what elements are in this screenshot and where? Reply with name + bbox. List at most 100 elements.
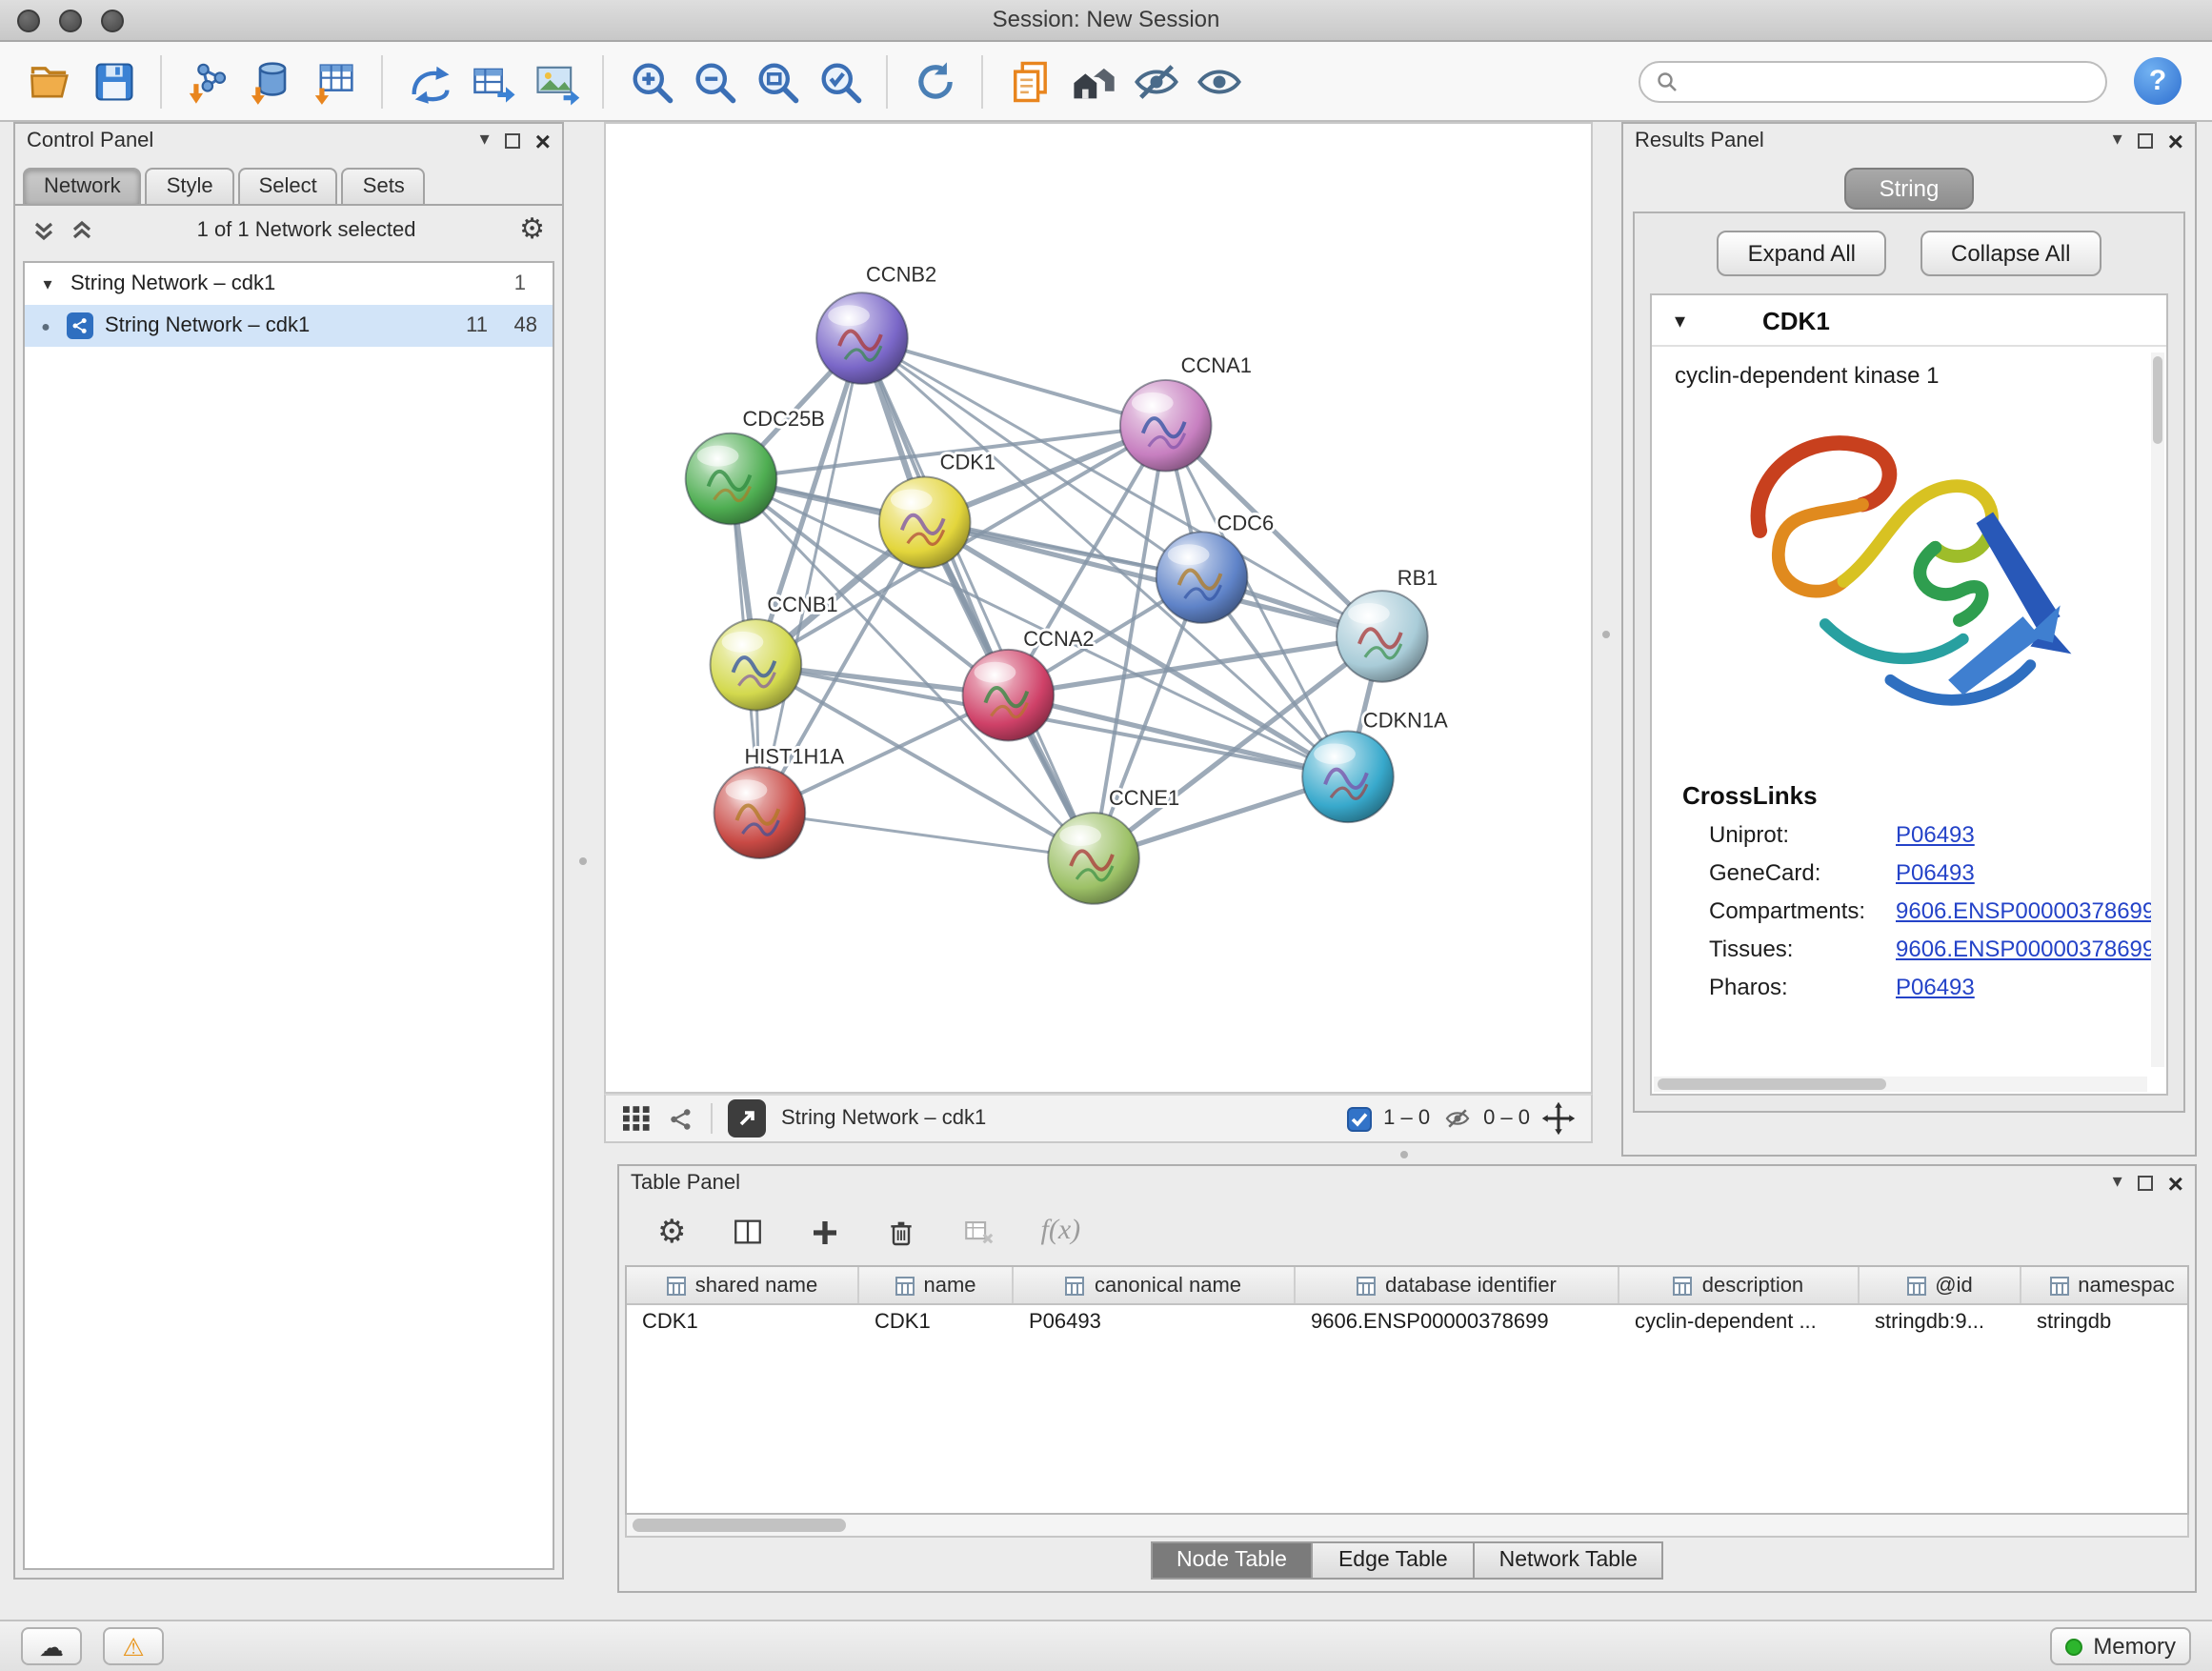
tree-expand-icon[interactable]: ▾ xyxy=(36,273,59,294)
show-columns-icon[interactable] xyxy=(733,1216,765,1248)
network-node-CCNB2[interactable]: CCNB2 xyxy=(816,262,936,384)
card-vertical-scrollbar[interactable] xyxy=(2151,352,2164,1067)
panel-close-button[interactable]: × xyxy=(2168,128,2183,154)
hidden-eye-slash-icon[interactable] xyxy=(1441,1105,1472,1132)
scrollbar-thumb[interactable] xyxy=(633,1519,846,1532)
crosslink-link[interactable]: P06493 xyxy=(1896,821,1975,848)
export-image-icon[interactable] xyxy=(524,50,587,112)
panel-menu-button[interactable]: ▾ xyxy=(480,131,490,151)
collapse-all-button[interactable]: Collapse All xyxy=(1920,231,2101,276)
edge-CCNE1-HIST1H1A[interactable] xyxy=(759,813,1094,858)
network-node-RB1[interactable]: RB1 xyxy=(1337,566,1438,682)
edge-CCNB2-CCNA1[interactable] xyxy=(862,338,1166,426)
protein-card-header[interactable]: ▾ CDK1 xyxy=(1652,295,2166,347)
panel-float-button[interactable] xyxy=(2138,1176,2153,1191)
expand-all-icon[interactable] xyxy=(70,218,93,241)
network-node-HIST1H1A[interactable]: HIST1H1A xyxy=(714,744,845,858)
table-row[interactable]: CDK1CDK1P064939606.ENSP00000378699cyclin… xyxy=(627,1305,2187,1343)
column-header--id[interactable]: @id xyxy=(1860,1267,2021,1303)
tab-network-table[interactable]: Network Table xyxy=(1475,1541,1664,1580)
search-field[interactable] xyxy=(1639,60,2107,102)
refresh-view-icon[interactable] xyxy=(903,50,966,112)
tab-select[interactable]: Select xyxy=(238,168,338,204)
cloud-status-button[interactable]: ☁ xyxy=(21,1627,82,1665)
collapse-card-icon[interactable]: ▾ xyxy=(1675,308,1762,332)
import-network-from-file-icon[interactable] xyxy=(177,50,240,112)
table-cell[interactable]: cyclin-dependent ... xyxy=(1619,1305,1860,1343)
detach-view-button[interactable] xyxy=(728,1099,766,1137)
selected-checkbox-icon[interactable] xyxy=(1347,1106,1372,1131)
panel-float-button[interactable] xyxy=(505,133,520,149)
export-table-icon[interactable] xyxy=(461,50,524,112)
search-input[interactable] xyxy=(1688,70,2090,92)
crosslink-link[interactable]: 9606.ENSP00000378699 xyxy=(1896,897,2155,924)
table-settings-gear-icon[interactable]: ⚙ xyxy=(657,1216,687,1248)
crosslink-link[interactable]: P06493 xyxy=(1896,974,1975,1000)
table-cell[interactable]: CDK1 xyxy=(627,1305,859,1343)
add-column-icon[interactable] xyxy=(811,1217,841,1247)
delete-column-icon[interactable] xyxy=(887,1217,917,1247)
table-cell[interactable]: stringdb xyxy=(2021,1305,2189,1343)
panel-close-button[interactable]: × xyxy=(2168,1170,2183,1197)
memory-button[interactable]: Memory xyxy=(2049,1627,2191,1665)
home-view-icon[interactable] xyxy=(1061,50,1124,112)
table-cell[interactable]: P06493 xyxy=(1014,1305,1296,1343)
open-session-icon[interactable] xyxy=(19,50,82,112)
column-header-canonical-name[interactable]: canonical name xyxy=(1014,1267,1296,1303)
crosslink-link[interactable]: 9606.ENSP00000378699 xyxy=(1896,936,2155,962)
warnings-button[interactable]: ⚠ xyxy=(103,1627,164,1665)
table-horizontal-scrollbar[interactable] xyxy=(625,1515,2189,1538)
eye-icon[interactable] xyxy=(1187,50,1250,112)
network-node-CCNB1[interactable]: CCNB1 xyxy=(711,593,838,711)
network-graph[interactable]: CCNB2CCNA1CDC25BCDK1CDC6RB1CCNB1CCNA2CDK… xyxy=(606,124,1591,1092)
network-node-CCNA1[interactable]: CCNA1 xyxy=(1120,353,1252,472)
tab-sets[interactable]: Sets xyxy=(342,168,426,204)
splitter-handle[interactable] xyxy=(1400,1151,1408,1158)
column-header-description[interactable]: description xyxy=(1619,1267,1860,1303)
new-network-from-selection-icon[interactable] xyxy=(398,50,461,112)
panel-close-button[interactable]: × xyxy=(535,128,551,154)
help-button[interactable]: ? xyxy=(2134,57,2182,105)
eye-slash-icon[interactable] xyxy=(1124,50,1187,112)
splitter-handle[interactable] xyxy=(579,857,587,865)
birdseye-grid-icon[interactable] xyxy=(621,1105,652,1132)
edge-CDK1-RB1[interactable] xyxy=(925,522,1382,636)
panel-menu-button[interactable]: ▾ xyxy=(2113,131,2122,151)
crosshair-icon[interactable] xyxy=(1541,1101,1576,1136)
import-network-from-database-icon[interactable] xyxy=(240,50,303,112)
collapse-all-icon[interactable] xyxy=(32,218,55,241)
expand-all-button[interactable]: Expand All xyxy=(1718,231,1886,276)
tab-node-table[interactable]: Node Table xyxy=(1150,1541,1314,1580)
column-header-namespac[interactable]: namespac xyxy=(2021,1267,2189,1303)
network-node-CDKN1A[interactable]: CDKN1A xyxy=(1302,709,1448,823)
share-network-icon[interactable] xyxy=(667,1104,695,1133)
network-options-gear-icon[interactable]: ⚙ xyxy=(519,215,545,244)
copy-network-icon[interactable] xyxy=(998,50,1061,112)
zoom-selected-icon[interactable] xyxy=(808,50,871,112)
import-table-from-file-icon[interactable] xyxy=(303,50,366,112)
panel-float-button[interactable] xyxy=(2138,133,2153,149)
column-header-name[interactable]: name xyxy=(859,1267,1014,1303)
network-node-CDC25B[interactable]: CDC25B xyxy=(686,407,825,525)
panel-menu-button[interactable]: ▾ xyxy=(2113,1174,2122,1193)
network-canvas[interactable]: CCNB2CCNA1CDC25BCDK1CDC6RB1CCNB1CCNA2CDK… xyxy=(604,122,1593,1094)
zoom-out-icon[interactable] xyxy=(682,50,745,112)
table-cell[interactable]: CDK1 xyxy=(859,1305,1014,1343)
tab-edge-table[interactable]: Edge Table xyxy=(1314,1541,1475,1580)
card-horizontal-scrollbar[interactable] xyxy=(1654,1077,2147,1092)
zoom-fit-content-icon[interactable] xyxy=(745,50,808,112)
network-collection-row[interactable]: ▾ String Network – cdk1 1 xyxy=(25,263,553,305)
tab-style[interactable]: Style xyxy=(146,168,234,204)
table-cell[interactable]: stringdb:9... xyxy=(1860,1305,2021,1343)
crosslink-link[interactable]: P06493 xyxy=(1896,859,1975,886)
splitter-handle[interactable] xyxy=(1602,631,1610,638)
column-header-database-identifier[interactable]: database identifier xyxy=(1296,1267,1619,1303)
tab-string[interactable]: String xyxy=(1845,168,1974,210)
save-session-icon[interactable] xyxy=(82,50,145,112)
network-node-CDK1[interactable]: CDK1 xyxy=(879,451,995,569)
column-header-shared-name[interactable]: shared name xyxy=(627,1267,859,1303)
table-cell[interactable]: 9606.ENSP00000378699 xyxy=(1296,1305,1619,1343)
tab-network[interactable]: Network xyxy=(23,168,142,204)
network-row[interactable]: ● String Network – cdk1 11 48 xyxy=(25,305,553,347)
zoom-in-icon[interactable] xyxy=(619,50,682,112)
